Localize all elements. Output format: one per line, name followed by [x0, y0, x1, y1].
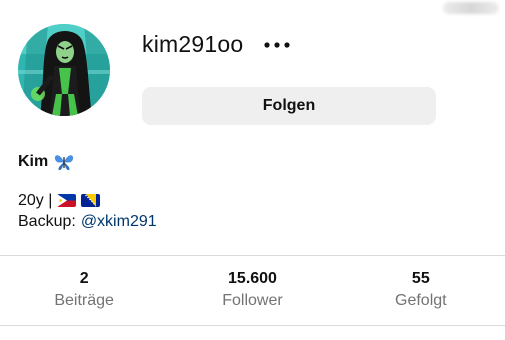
stats-bottom-divider	[0, 325, 505, 326]
stat-following[interactable]: 55 Gefolgt	[337, 256, 505, 325]
bio-backup-prefix: Backup:	[18, 213, 76, 230]
stat-followers[interactable]: 15.600 Follower	[168, 256, 336, 325]
display-name-row: Kim	[18, 153, 74, 171]
profile-stats: 2 Beiträge 15.600 Follower 55 Gefolgt	[0, 256, 505, 325]
bio-line-age: 20y |	[18, 190, 157, 211]
bio-line-backup: Backup: @xkim291	[18, 211, 157, 232]
philippines-flag-icon	[57, 194, 77, 207]
profile-avatar[interactable]	[18, 24, 110, 116]
stat-followers-label: Follower	[222, 292, 283, 309]
follow-button[interactable]: Folgen	[142, 87, 436, 125]
stat-following-label: Gefolgt	[395, 292, 447, 309]
more-options-button[interactable]	[262, 34, 292, 56]
stat-posts-value: 2	[79, 270, 89, 287]
more-horizontal-icon	[264, 42, 290, 48]
profile-bio: 20y | Backup: @xkim291	[18, 190, 157, 232]
butterfly-icon	[55, 155, 74, 171]
profile-username: kim291oo	[142, 31, 244, 57]
bosnia-flag-icon	[81, 194, 101, 207]
backup-account-link[interactable]: @xkim291	[81, 211, 157, 232]
display-name: Kim	[18, 153, 49, 170]
blurred-corner-element	[443, 2, 499, 14]
stat-followers-value: 15.600	[228, 270, 277, 287]
stat-following-value: 55	[411, 270, 430, 287]
stat-posts-label: Beiträge	[54, 292, 114, 309]
bio-age-text: 20y |	[18, 192, 53, 209]
stat-posts[interactable]: 2 Beiträge	[0, 256, 168, 325]
